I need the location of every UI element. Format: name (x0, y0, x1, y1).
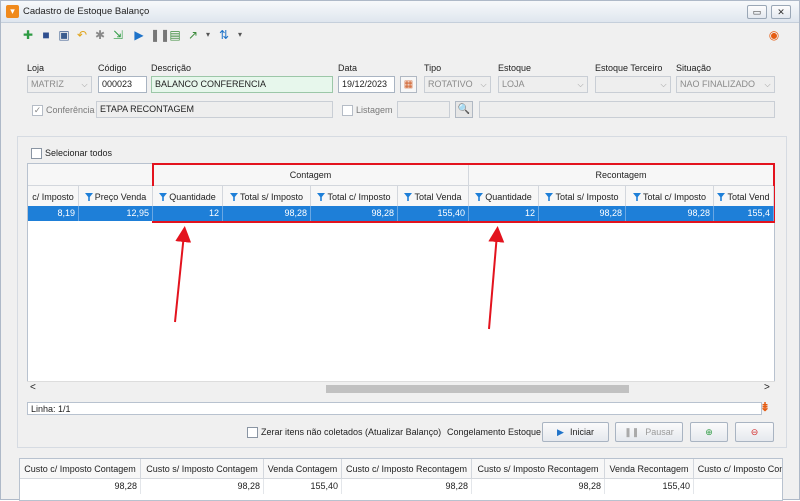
table-cell[interactable]: 12,95 (79, 206, 153, 221)
table-cell[interactable]: 98,28 (626, 206, 714, 221)
column-header-label: Total Vend (727, 192, 770, 202)
table-cell[interactable]: 12 (469, 206, 539, 221)
summary-column-header: Venda Contagem (264, 459, 342, 479)
add-icon: ⊕ (705, 427, 713, 437)
filter-icon (84, 193, 93, 201)
table-cell[interactable]: 155,40 (398, 206, 469, 221)
column-header[interactable]: Total s/ Imposto (539, 186, 626, 208)
column-header-label: Total Venda (414, 192, 462, 202)
summary-column-header: Custo s/ Imposto Contagem (141, 459, 264, 479)
summary-value: 98,28 (20, 479, 141, 494)
column-header-label: Quantidade (485, 192, 532, 202)
iniciar-label: Iniciar (569, 427, 594, 437)
column-header[interactable]: Total s/ Imposto (223, 186, 311, 208)
summary-value: 98,28 (472, 479, 605, 494)
summary-column-header: Custo c/ Imposto Con (694, 459, 782, 479)
arrow-recontagem (488, 226, 505, 330)
column-header[interactable]: Total Vend (714, 186, 774, 208)
filter-icon (632, 193, 641, 201)
zerar-label: Zerar itens não coletados (Atualizar Bal… (261, 427, 442, 437)
summary-column-header: Custo c/ Imposto Contagem (20, 459, 141, 479)
table-cell[interactable]: 98,28 (223, 206, 311, 221)
filter-icon (545, 193, 554, 201)
arrow-contagem (174, 226, 192, 323)
column-header-label: Total s/ Imposto (555, 192, 619, 202)
pause-icon: ❚❚ (624, 427, 640, 437)
column-header[interactable]: Total Venda (398, 186, 469, 208)
column-header-label: c/ Imposto (32, 192, 74, 202)
zerar-checkbox[interactable] (247, 427, 258, 438)
table-cell[interactable]: 98,28 (311, 206, 398, 221)
table-cell[interactable]: 155,4 (714, 206, 774, 221)
column-header[interactable]: Total c/ Imposto (311, 186, 398, 208)
status-bar: Linha: 1/1 (27, 402, 762, 415)
summary-value: 155,40 (264, 479, 342, 494)
summary-column-header: Custo c/ Imposto Recontagem (342, 459, 472, 479)
add-button[interactable]: ⊕ (690, 422, 728, 442)
congelamento-label: Congelamento Estoque (447, 427, 542, 437)
table-cell[interactable]: 98,28 (539, 206, 626, 221)
iniciar-button[interactable]: ▶ Iniciar (542, 422, 609, 442)
row-count: Linha: 1/1 (31, 404, 71, 414)
column-header-label: Quantidade (169, 192, 216, 202)
summary-column-header: Custo s/ Imposto Recontagem (472, 459, 605, 479)
remove-button[interactable]: ⊖ (735, 422, 774, 442)
column-header[interactable]: Quantidade (153, 186, 223, 208)
play-icon: ▶ (557, 427, 564, 437)
column-header[interactable]: Total c/ Imposto (626, 186, 714, 208)
filter-icon (159, 193, 168, 201)
remove-icon: ⊖ (750, 427, 759, 437)
summary-value: 98,28 (342, 479, 472, 494)
sort-icon[interactable]: ⇟ (760, 400, 770, 414)
summary-value: 155,40 (605, 479, 694, 494)
column-header-label: Total c/ Imposto (642, 192, 707, 202)
column-header[interactable]: Preço Venda (79, 186, 153, 208)
column-header[interactable]: c/ Imposto (28, 186, 79, 208)
filter-icon (229, 193, 238, 201)
filter-icon (717, 193, 726, 201)
pausar-button[interactable]: ❚❚ Pausar (615, 422, 683, 442)
summary-column-header: Venda Recontagem (605, 459, 694, 479)
column-header-label: Total s/ Imposto (239, 192, 304, 202)
column-header[interactable]: Quantidade (469, 186, 539, 208)
filter-icon (404, 193, 413, 201)
column-header-label: Total c/ Imposto (327, 192, 391, 202)
cadastro-window: ▾ Cadastro de Estoque Balanço ▭ ✕ ✚ ■ ▣ … (0, 0, 800, 501)
table-cell[interactable]: 8,19 (28, 206, 79, 221)
column-header-label: Preço Venda (94, 192, 147, 202)
table-cell[interactable]: 12 (153, 206, 223, 221)
summary-grid: Custo c/ Imposto Contagem 98,28 Custo s/ I… (19, 458, 783, 501)
filter-icon (475, 193, 484, 201)
filter-icon (317, 193, 326, 201)
pausar-label: Pausar (645, 427, 674, 437)
summary-value: 98,28 (141, 479, 264, 494)
summary-value (694, 479, 782, 494)
